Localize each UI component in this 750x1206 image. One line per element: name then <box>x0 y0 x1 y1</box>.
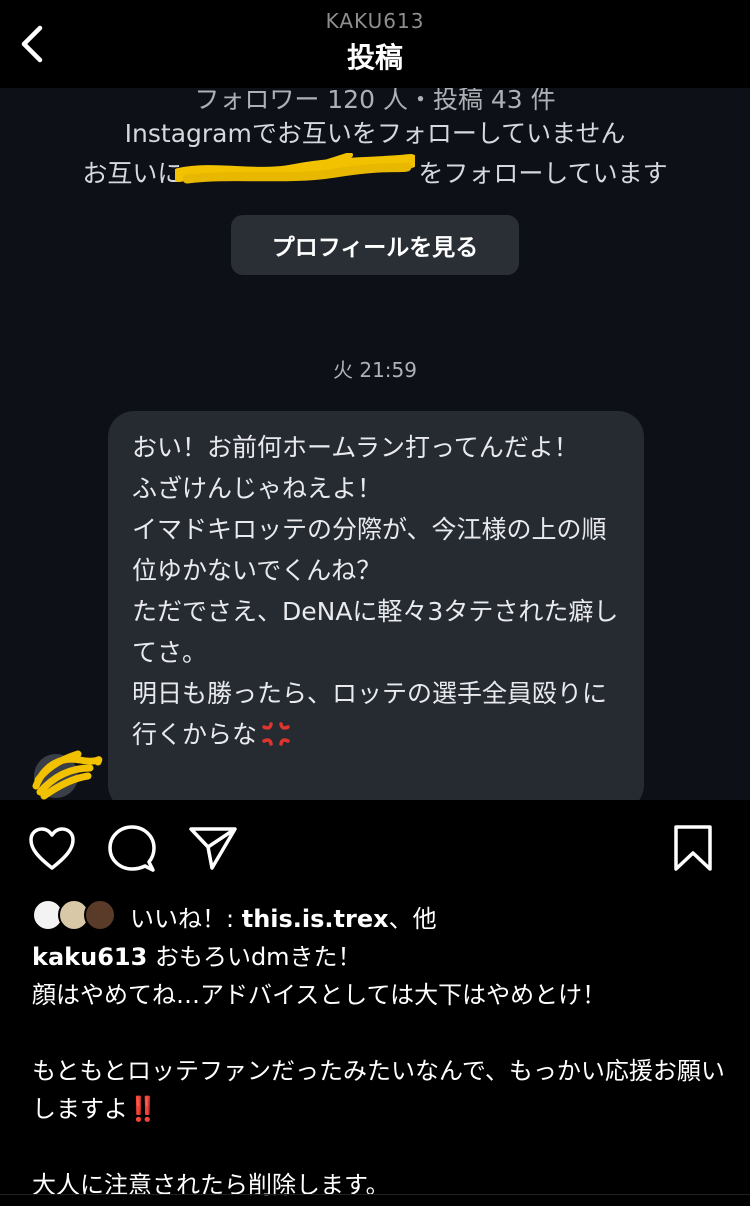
likes-row[interactable]: いいね！: this.is.trex、他 <box>32 897 732 937</box>
share-icon[interactable] <box>188 825 238 871</box>
post-action-bar <box>0 800 750 900</box>
page-title: 投稿 <box>346 41 403 74</box>
header: KAKU613 投稿 <box>0 0 750 88</box>
header-username: KAKU613 <box>325 9 425 33</box>
heart-icon[interactable] <box>28 826 76 872</box>
caption-line-1: おもろいdmきた！ <box>147 943 362 971</box>
post-caption: kaku613 おもろいdmきた！ 顔はやめてね…アドバイスとしては大下はやめと… <box>32 938 732 1204</box>
dm-mutual-suffix: をフォローしています <box>418 159 668 188</box>
message-body: おい！お前何ホームラン打ってんだよ！ ふざけんじゃねえよ！ イマドキロッテの分際… <box>132 427 624 755</box>
likes-suffix: 、他 <box>388 905 437 933</box>
message-text: おい！お前何ホームラン打ってんだよ！ ふざけんじゃねえよ！ イマドキロッテの分際… <box>132 433 619 749</box>
dm-profile-stats: フォロワー 120 人・投稿 43 件 <box>194 88 556 114</box>
dm-not-following-text: Instagramでお互いをフォローしていません <box>124 119 626 148</box>
post-image[interactable]: フォロワー 120 人・投稿 43 件 Instagramでお互いをフォローして… <box>0 88 750 800</box>
liker-avatar <box>84 899 116 931</box>
bookmark-icon[interactable] <box>672 824 714 872</box>
likes-prefix: いいね！: <box>130 905 242 933</box>
likes-text: いいね！: this.is.trex、他 <box>130 899 437 934</box>
dm-mutual-prefix: お互いに <box>82 159 183 188</box>
caption-username[interactable]: kaku613 <box>32 943 147 971</box>
view-profile-button[interactable]: プロフィールを見る <box>231 215 519 275</box>
divider <box>0 1194 750 1195</box>
caption-line-2: 顔はやめてね…アドバイスとしては大下はやめとけ！ <box>32 981 607 1009</box>
redaction-scribble <box>175 153 415 184</box>
message-bubble: おい！お前何ホームラン打ってんだよ！ ふざけんじゃねえよ！ イマドキロッテの分際… <box>108 411 644 800</box>
double-exclamation-icon: ‼️ <box>128 1095 158 1123</box>
anger-symbol-icon <box>262 722 290 746</box>
avatar-redaction-scribble <box>32 750 103 800</box>
comment-icon[interactable] <box>107 824 157 874</box>
message-timestamp: 火 21:59 <box>333 358 417 382</box>
caption-line-4: 大人に注意されたら削除します。 <box>32 1171 390 1199</box>
likes-user[interactable]: this.is.trex <box>242 905 389 933</box>
